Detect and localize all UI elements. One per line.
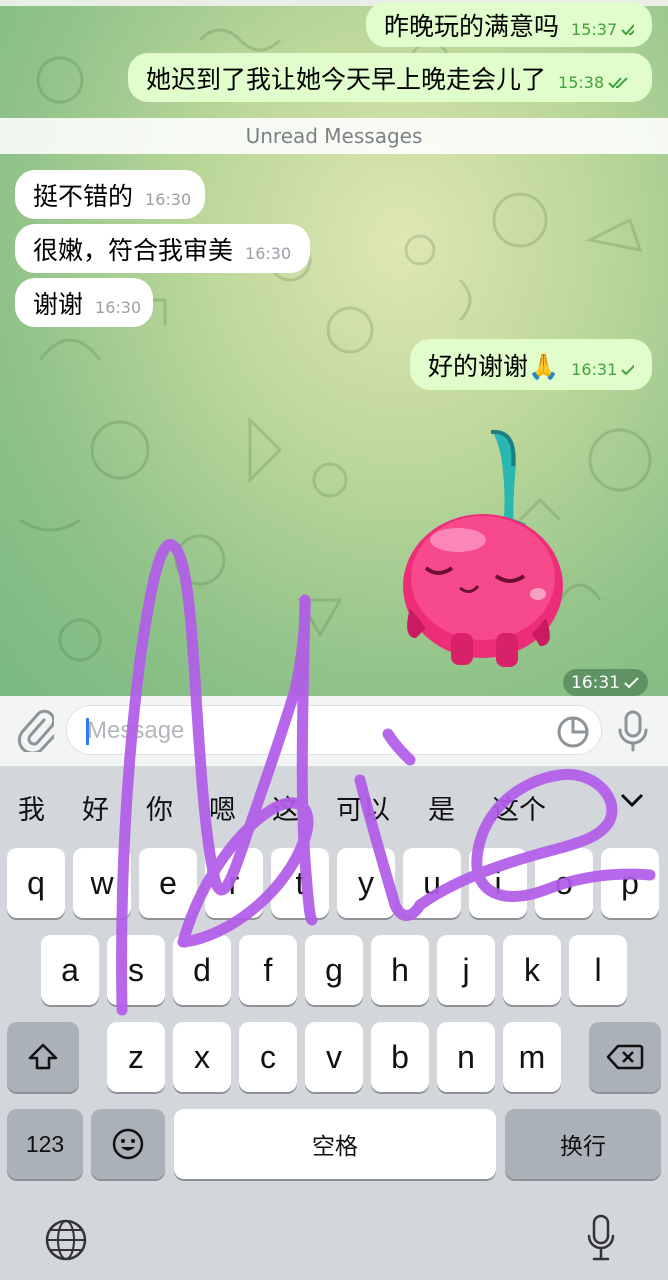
microphone-icon[interactable] — [615, 709, 651, 753]
candidate-word[interactable]: 嗯 — [209, 788, 236, 827]
candidate-word[interactable]: 我 — [18, 788, 45, 827]
key-n[interactable]: n — [437, 1022, 495, 1092]
key-w[interactable]: w — [73, 848, 131, 918]
key-p[interactable]: p — [601, 848, 659, 918]
unread-messages-divider: Unread Messages — [0, 118, 668, 154]
globe-icon[interactable] — [44, 1218, 88, 1262]
message-text: 她迟到了我让她今天早上晚走会儿了 — [146, 64, 547, 94]
paperclip-icon[interactable] — [14, 706, 54, 752]
double-check-icon — [621, 23, 634, 35]
message-time: 16:30 — [95, 298, 142, 317]
message-time: 16:30 — [145, 190, 192, 209]
key-g[interactable]: g — [305, 935, 363, 1005]
message-text: 昨晚玩的满意吗 — [384, 11, 560, 41]
key-v[interactable]: v — [305, 1022, 363, 1092]
delete-key[interactable] — [589, 1022, 661, 1092]
sticker-time-text: 16:31 — [571, 672, 620, 693]
single-check-icon — [624, 676, 639, 688]
message-input-wrapper — [66, 705, 602, 756]
key-t[interactable]: t — [271, 848, 329, 918]
key-o[interactable]: o — [535, 848, 593, 918]
message-bubble-outgoing[interactable]: 昨晚玩的满意吗 15:37 — [366, 2, 652, 47]
chevron-down-icon[interactable] — [618, 788, 646, 812]
candidate-word[interactable]: 这 — [272, 788, 299, 827]
candidate-word[interactable]: 你 — [146, 788, 173, 827]
message-text: 好的谢谢🙏 — [428, 351, 560, 381]
key-s[interactable]: s — [107, 935, 165, 1005]
key-a[interactable]: a — [41, 935, 99, 1005]
emoji-icon — [112, 1128, 144, 1160]
message-input[interactable] — [85, 706, 549, 756]
message-time: 15:38 — [558, 73, 605, 92]
message-bubble-incoming[interactable]: 谢谢 16:30 — [15, 278, 153, 327]
message-bubble-outgoing[interactable]: 她迟到了我让她今天早上晚走会儿了 15:38 — [128, 53, 652, 102]
message-time: 15:37 — [571, 20, 618, 39]
key-f[interactable]: f — [239, 935, 297, 1005]
candidate-word[interactable]: 可以 — [336, 788, 390, 827]
key-y[interactable]: y — [337, 848, 395, 918]
space-key[interactable]: 空格 — [174, 1109, 496, 1179]
return-key[interactable]: 换行 — [505, 1109, 661, 1179]
double-check-icon — [608, 76, 628, 88]
message-text: 谢谢 — [33, 289, 84, 319]
key-h[interactable]: h — [371, 935, 429, 1005]
key-c[interactable]: c — [239, 1022, 297, 1092]
message-time: 16:31 — [571, 360, 618, 379]
key-l[interactable]: l — [569, 935, 627, 1005]
key-k[interactable]: k — [503, 935, 561, 1005]
candidate-word[interactable]: 这个 — [492, 788, 546, 827]
key-q[interactable]: q — [7, 848, 65, 918]
dictation-mic-icon[interactable] — [586, 1214, 616, 1262]
key-i[interactable]: i — [469, 848, 527, 918]
key-b[interactable]: b — [371, 1022, 429, 1092]
sticker-icon[interactable] — [556, 715, 590, 749]
shift-key[interactable] — [7, 1022, 79, 1092]
message-text: 挺不错的 — [33, 181, 134, 211]
key-j[interactable]: j — [437, 935, 495, 1005]
key-x[interactable]: x — [173, 1022, 231, 1092]
key-d[interactable]: d — [173, 935, 231, 1005]
candidate-word[interactable]: 是 — [428, 788, 455, 827]
message-bubble-outgoing[interactable]: 好的谢谢🙏 16:31 — [410, 339, 652, 390]
emoji-key[interactable] — [91, 1109, 165, 1179]
message-bubble-incoming[interactable]: 很嫩，符合我审美 16:30 — [15, 224, 310, 273]
key-u[interactable]: u — [403, 848, 461, 918]
single-check-icon — [621, 364, 634, 375]
key-z[interactable]: z — [107, 1022, 165, 1092]
cherry-sticker[interactable] — [396, 428, 571, 678]
message-time: 16:30 — [245, 244, 292, 263]
message-bubble-incoming[interactable]: 挺不错的 16:30 — [15, 170, 205, 219]
message-text: 很嫩，符合我审美 — [33, 235, 234, 265]
shift-arrow-icon — [28, 1043, 58, 1070]
sticker-time: 16:31 — [563, 669, 648, 696]
numbers-key[interactable]: 123 — [7, 1109, 83, 1179]
candidate-word[interactable]: 好 — [82, 788, 109, 827]
backspace-icon — [606, 1044, 644, 1070]
key-r[interactable]: r — [205, 848, 263, 918]
key-e[interactable]: e — [139, 848, 197, 918]
key-m[interactable]: m — [503, 1022, 561, 1092]
